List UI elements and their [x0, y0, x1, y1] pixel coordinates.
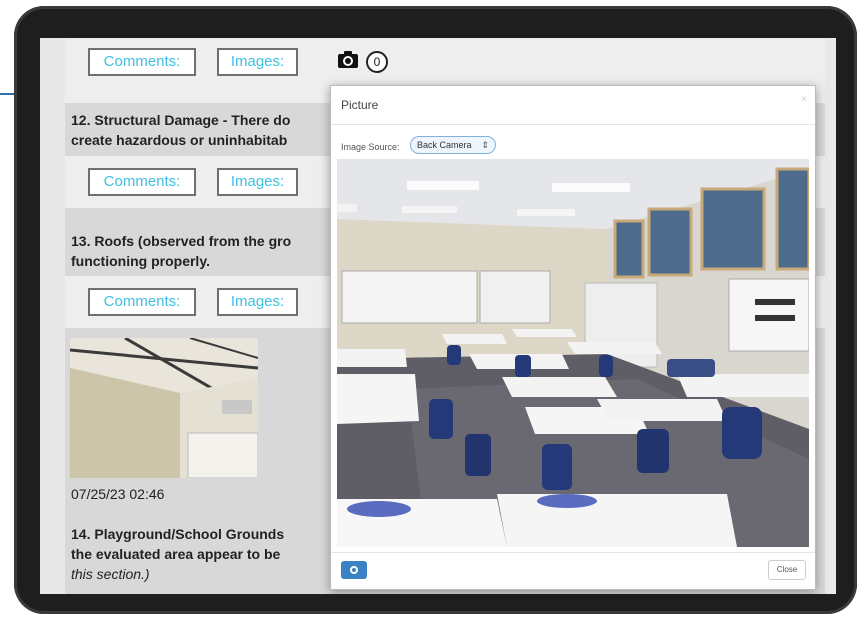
- question-13-line2: functioning properly.: [71, 253, 210, 269]
- image-source-label: Image Source:: [341, 142, 400, 152]
- question-14-note: this section.): [71, 566, 150, 582]
- close-button[interactable]: Close: [768, 560, 806, 580]
- comments-button[interactable]: Comments:: [88, 48, 196, 76]
- ceiling-photo-thumbnail[interactable]: [70, 338, 258, 478]
- inspection-form: Comments: Images: 0 12. Structural Damag…: [65, 38, 825, 594]
- q12-images-button[interactable]: Images:: [217, 168, 298, 196]
- picture-modal: Picture × Image Source: Back Camera ⇕ Cl…: [330, 85, 816, 590]
- modal-close-icon[interactable]: ×: [801, 94, 807, 105]
- question-13-line1: 13. Roofs (observed from the gro: [71, 233, 292, 249]
- chevron-updown-icon: ⇕: [481, 140, 489, 150]
- image-source-value: Back Camera: [417, 140, 472, 150]
- question-12-line1: 12. Structural Damage - There do: [71, 112, 291, 128]
- q12-comments-button[interactable]: Comments:: [88, 168, 196, 196]
- camera-capture-icon: [350, 566, 358, 574]
- modal-footer-divider: [331, 552, 815, 553]
- images-button[interactable]: Images:: [217, 48, 298, 76]
- image-count-badge: 0: [366, 51, 388, 73]
- modal-header-divider: [331, 124, 815, 125]
- capture-button[interactable]: [341, 561, 367, 579]
- camera-preview-image: [337, 159, 809, 547]
- question-14-line1: 14. Playground/School Grounds: [71, 526, 285, 542]
- screen: Comments: Images: 0 12. Structural Damag…: [40, 38, 836, 594]
- image-source-select[interactable]: Back Camera ⇕: [410, 136, 496, 154]
- q13-images-button[interactable]: Images:: [217, 288, 298, 316]
- q13-comments-button[interactable]: Comments:: [88, 288, 196, 316]
- modal-title: Picture: [341, 98, 379, 112]
- question-12-line2: create hazardous or uninhabitab: [71, 132, 288, 148]
- question-14-line2: the evaluated area appear to be: [71, 546, 281, 562]
- camera-icon[interactable]: [337, 50, 359, 70]
- question-14-line3: this section.): [71, 564, 150, 584]
- photo-timestamp: 07/25/23 02:46: [71, 486, 165, 502]
